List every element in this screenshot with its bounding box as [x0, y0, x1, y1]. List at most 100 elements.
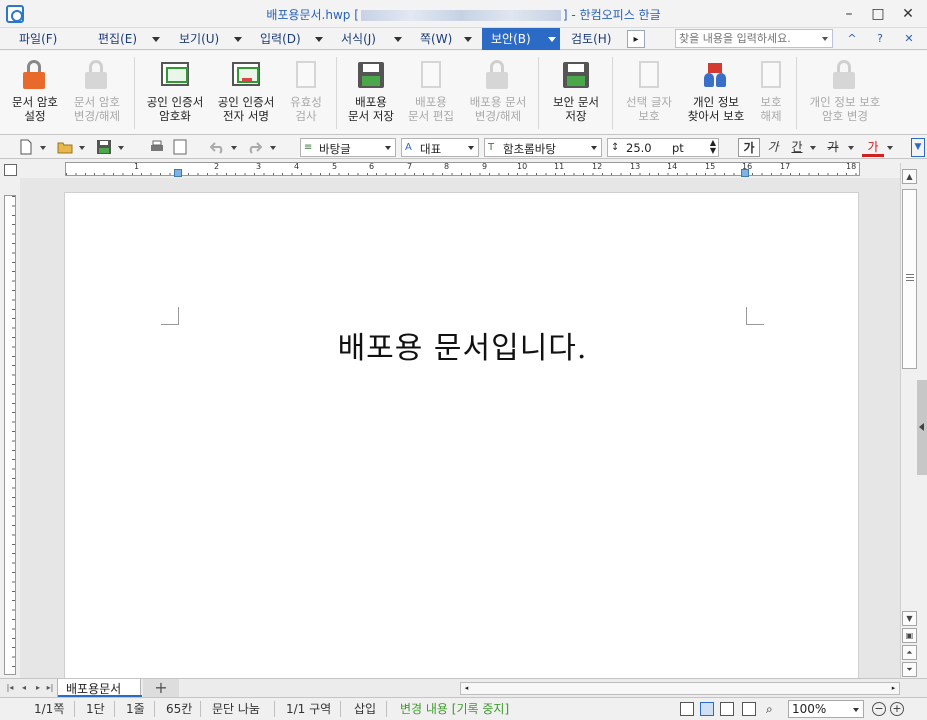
- vertical-scrollbar[interactable]: ▲ ▼ ▣ ⏶ ⏷: [900, 163, 917, 678]
- maximize-button[interactable]: □: [865, 4, 891, 24]
- menu-overflow-icon[interactable]: ▸: [627, 30, 645, 48]
- chevron-down-icon[interactable]: [548, 37, 556, 42]
- menu-edit[interactable]: 편집(E): [98, 28, 137, 50]
- open-folder-icon[interactable]: [57, 139, 73, 155]
- menu-review[interactable]: 검토(H): [571, 28, 611, 50]
- indent-marker[interactable]: [174, 169, 182, 177]
- chevron-down-icon[interactable]: [118, 146, 124, 150]
- new-document-icon[interactable]: [18, 139, 34, 155]
- status-paragraph: 문단 나눔: [212, 702, 260, 716]
- ribbon-protect-text-button[interactable]: 선택 글자 보호: [618, 55, 680, 133]
- scroll-right-icon[interactable]: ▸: [888, 683, 899, 694]
- menu-page[interactable]: 쪽(W): [420, 28, 452, 50]
- chevron-down-icon[interactable]: [270, 146, 276, 150]
- status-insert-mode[interactable]: 삽입: [354, 698, 376, 720]
- collapse-ribbon-icon[interactable]: ^: [844, 32, 860, 46]
- print-preview-icon[interactable]: [172, 139, 188, 155]
- ruler-corner-icon[interactable]: [4, 164, 17, 176]
- chevron-down-icon[interactable]: [394, 37, 402, 42]
- page-layout-view-icon[interactable]: [700, 702, 714, 716]
- ribbon-unprotect-button[interactable]: 보호 해제: [752, 55, 790, 133]
- page-view-icon[interactable]: ▣: [902, 628, 917, 643]
- save-icon[interactable]: [96, 139, 112, 155]
- prev-page-icon[interactable]: ⏶: [902, 645, 917, 660]
- style-select[interactable]: ≡ 바탕글: [300, 138, 396, 157]
- document-page[interactable]: 배포용 문서입니다.: [64, 192, 859, 692]
- zoom-search-icon[interactable]: ⌕: [766, 702, 780, 716]
- last-tab-icon[interactable]: ▸|: [44, 682, 56, 694]
- strikethrough-button[interactable]: 가: [822, 138, 844, 157]
- chevron-down-icon[interactable]: [234, 37, 242, 42]
- bold-button[interactable]: 가: [738, 138, 760, 157]
- zoom-in-icon[interactable]: +: [890, 702, 904, 716]
- italic-button[interactable]: 가: [762, 138, 784, 157]
- search-box[interactable]: [675, 29, 833, 48]
- font-select[interactable]: T 함초롬바탕: [484, 138, 602, 157]
- first-tab-icon[interactable]: |◂: [4, 682, 16, 694]
- horizontal-ruler[interactable]: 1 2 3 4 5 6 7 8 9 10 11 12 13 14 15 16 1…: [65, 162, 860, 177]
- scroll-up-icon[interactable]: ▲: [902, 169, 917, 184]
- menu-file[interactable]: 파일(F): [19, 28, 57, 50]
- outline-view-icon[interactable]: [742, 702, 756, 716]
- ribbon-privacy-password-button[interactable]: 개인 정보 보호 암호 변경: [800, 55, 890, 133]
- chevron-down-icon[interactable]: [152, 37, 160, 42]
- next-page-icon[interactable]: ⏷: [902, 662, 917, 677]
- chevron-down-icon[interactable]: [810, 146, 816, 150]
- language-select[interactable]: A 대표: [401, 138, 479, 157]
- ribbon-validate-button[interactable]: 유효성 검사: [282, 55, 330, 133]
- redo-icon[interactable]: [246, 139, 262, 155]
- chevron-down-icon[interactable]: [79, 146, 85, 150]
- close-doc-icon[interactable]: ✕: [901, 32, 917, 46]
- spinner-icon[interactable]: ▲ ▼: [710, 139, 716, 155]
- print-icon[interactable]: [149, 139, 165, 155]
- document-text[interactable]: 배포용 문서입니다.: [65, 323, 860, 367]
- menu-insert[interactable]: 입력(D): [260, 28, 301, 50]
- help-icon[interactable]: ?: [872, 32, 888, 46]
- ribbon-change-password-button[interactable]: 문서 암호 변경/해제: [66, 55, 128, 133]
- ribbon-cert-sign-button[interactable]: 공인 인증서 전자 서명: [210, 55, 282, 133]
- status-position: 65칸: [166, 702, 193, 716]
- normal-view-icon[interactable]: [680, 702, 694, 716]
- font-size-input[interactable]: ↕ 25.0 pt ▲ ▼: [607, 138, 719, 157]
- status-page[interactable]: 1/1쪽: [34, 698, 64, 720]
- next-tab-icon[interactable]: ▸: [32, 682, 44, 694]
- chevron-down-icon[interactable]: [231, 146, 237, 150]
- menu-view[interactable]: 보기(U): [179, 28, 219, 50]
- ribbon-cert-encrypt-button[interactable]: 공인 인증서 암호화: [140, 55, 210, 133]
- zoom-select[interactable]: 100%: [788, 700, 864, 718]
- chevron-down-icon[interactable]: [848, 146, 854, 150]
- ribbon-privacy-find-button[interactable]: 개인 정보 찾아서 보호: [680, 55, 752, 133]
- right-indent-marker[interactable]: [741, 169, 749, 177]
- document-tab[interactable]: 배포용문서: [57, 679, 142, 697]
- scroll-left-icon[interactable]: ◂: [461, 683, 472, 694]
- chevron-down-icon[interactable]: [315, 37, 323, 42]
- chevron-down-icon[interactable]: [822, 37, 828, 41]
- ribbon-distribute-edit-button[interactable]: 배포용 문서 편집: [402, 55, 460, 133]
- ribbon-distribute-save-button[interactable]: 배포용 문서 저장: [342, 55, 400, 133]
- chevron-down-icon[interactable]: [887, 146, 893, 150]
- ribbon-set-password-button[interactable]: 문서 암호 설정: [4, 55, 66, 133]
- underline-button[interactable]: 간: [786, 138, 808, 157]
- status-track-changes[interactable]: 변경 내용 [기록 중지]: [400, 698, 509, 720]
- close-button[interactable]: ✕: [895, 4, 921, 24]
- ribbon-distribute-change-button[interactable]: 배포용 문서 변경/해제: [462, 55, 534, 133]
- scroll-down-icon[interactable]: ▼: [902, 611, 917, 626]
- menu-security[interactable]: 보안(B): [482, 28, 560, 50]
- ribbon-secure-save-button[interactable]: 보안 문서 저장: [544, 55, 608, 133]
- chevron-down-icon[interactable]: [464, 37, 472, 42]
- chevron-down-icon[interactable]: [40, 146, 46, 150]
- menu-format[interactable]: 서식(J): [341, 28, 376, 50]
- scroll-thumb[interactable]: [902, 189, 917, 369]
- add-tab-button[interactable]: +: [143, 679, 179, 697]
- vertical-ruler[interactable]: [4, 195, 16, 675]
- undo-icon[interactable]: [210, 139, 226, 155]
- horizontal-scrollbar[interactable]: ◂ ▸: [460, 682, 900, 695]
- toolbar-expand-icon[interactable]: ▼: [911, 138, 925, 157]
- font-color-button[interactable]: 가: [862, 138, 884, 157]
- side-panel-toggle-icon[interactable]: [917, 380, 927, 475]
- prev-tab-icon[interactable]: ◂: [18, 682, 30, 694]
- minimize-button[interactable]: –: [836, 4, 862, 24]
- zoom-out-icon[interactable]: −: [872, 702, 886, 716]
- search-input[interactable]: [676, 30, 816, 47]
- draft-view-icon[interactable]: [720, 702, 734, 716]
